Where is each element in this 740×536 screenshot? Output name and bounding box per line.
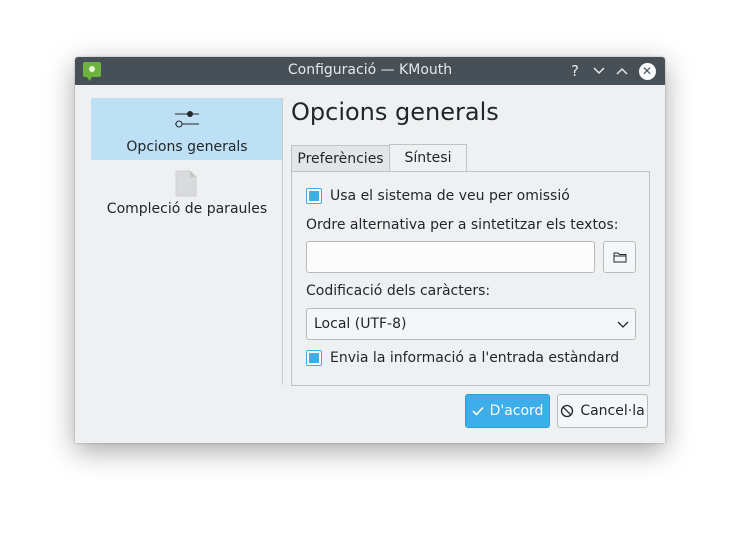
- document-icon: [175, 170, 197, 197]
- sidebar-item-general-options[interactable]: Opcions generals: [91, 98, 283, 160]
- checkbox-box[interactable]: [306, 188, 322, 204]
- configuration-dialog: Configuració — KMouth ? ✕ Opcions genera…: [75, 57, 665, 443]
- sidebar-item-label: Compleció de paraules: [106, 201, 268, 217]
- browse-button[interactable]: [603, 241, 636, 273]
- use-default-voice-checkbox[interactable]: Usa el sistema de veu per omissió: [306, 188, 570, 204]
- ok-button[interactable]: D'acord: [465, 394, 550, 428]
- cancel-icon: [560, 404, 574, 418]
- encoding-label: Codificació dels caràcters:: [306, 283, 491, 299]
- encoding-select[interactable]: Local (UTF-8): [306, 308, 636, 340]
- chevron-down-icon: [593, 67, 605, 75]
- check-icon: [471, 406, 484, 416]
- encoding-selected-value: Local (UTF-8): [314, 316, 407, 332]
- synthesis-panel: Usa el sistema de veu per omissió Ordre …: [291, 171, 650, 386]
- checkmark-icon: [309, 353, 319, 363]
- minimize-button[interactable]: [589, 61, 609, 81]
- checkmark-icon: [309, 191, 319, 201]
- close-icon: ✕: [638, 62, 656, 80]
- sidebar: Opcions generals Compleció de paraules: [91, 98, 283, 386]
- tab-synthesis[interactable]: Síntesi: [389, 144, 467, 173]
- sidebar-divider: [282, 98, 283, 385]
- alt-command-label: Ordre alternativa per a sintetitzar els …: [306, 217, 619, 233]
- alt-command-input[interactable]: [306, 241, 595, 273]
- page-title: Opcions generals: [291, 98, 499, 126]
- sliders-icon: [175, 111, 199, 128]
- cancel-button[interactable]: Cancel·la: [557, 394, 648, 428]
- cancel-button-label: Cancel·la: [580, 403, 645, 419]
- sidebar-item-word-completion[interactable]: Compleció de paraules: [91, 160, 283, 222]
- send-stdin-checkbox[interactable]: Envia la informació a l'entrada estàndar…: [306, 350, 619, 366]
- help-button[interactable]: ?: [565, 61, 585, 81]
- maximize-button[interactable]: [612, 61, 632, 81]
- chevron-up-icon: [616, 67, 628, 75]
- chevron-down-icon: [617, 321, 629, 328]
- tab-preferences[interactable]: Preferències: [291, 145, 390, 172]
- checkbox-box[interactable]: [306, 350, 322, 366]
- title-bar[interactable]: Configuració — KMouth ? ✕: [75, 57, 665, 85]
- close-button[interactable]: ✕: [637, 61, 657, 81]
- folder-icon: [613, 252, 626, 263]
- checkbox-label: Envia la informació a l'entrada estàndar…: [330, 350, 620, 366]
- checkbox-label: Usa el sistema de veu per omissió: [330, 188, 570, 204]
- sidebar-item-label: Opcions generals: [126, 139, 248, 155]
- ok-button-label: D'acord: [489, 403, 544, 419]
